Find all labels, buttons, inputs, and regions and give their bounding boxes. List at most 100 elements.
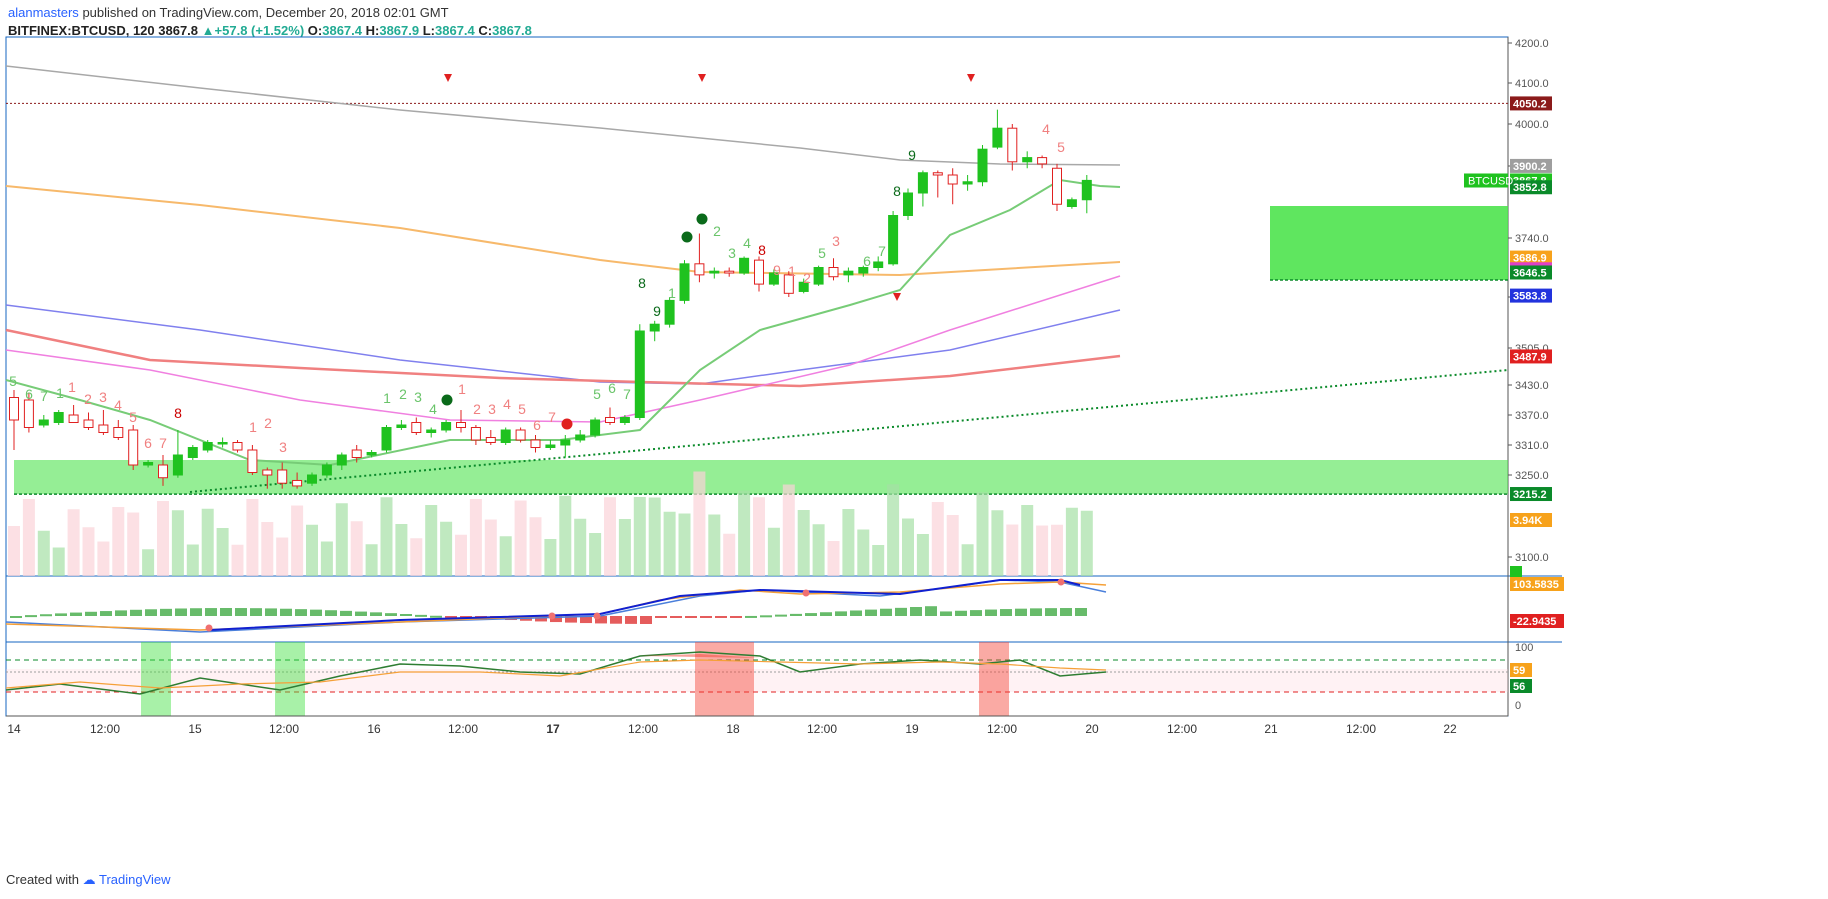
macd-histogram-bar bbox=[910, 607, 922, 616]
td-down-label: 1 bbox=[788, 263, 796, 279]
macd-histogram-bar bbox=[235, 608, 247, 616]
td-down-label: 2 bbox=[803, 270, 811, 286]
time-tick-label: 20 bbox=[1085, 722, 1099, 736]
candle-body bbox=[575, 434, 586, 441]
volume-bar bbox=[574, 518, 587, 576]
macd-cross-icon bbox=[1057, 578, 1065, 586]
macd-histogram-bar bbox=[70, 612, 82, 616]
volume-bar bbox=[797, 510, 810, 576]
td-down-label: 7 bbox=[159, 435, 167, 451]
macd-histogram-bar bbox=[10, 616, 22, 618]
candle-body bbox=[396, 424, 407, 428]
td-down-label: 2 bbox=[84, 391, 92, 407]
candle-body bbox=[53, 412, 64, 423]
td-up-label: 3 bbox=[728, 245, 736, 261]
time-tick-label: 12:00 bbox=[1346, 722, 1376, 736]
td-up-label: 7 bbox=[623, 386, 631, 402]
candle-body bbox=[962, 181, 973, 185]
volume-bar bbox=[1065, 507, 1078, 576]
macd-cross-icon bbox=[593, 612, 601, 620]
volume-bar bbox=[37, 530, 50, 576]
td-down-label: 8 bbox=[758, 242, 766, 258]
td-down-label: 1 bbox=[249, 419, 257, 435]
volume-bar bbox=[827, 541, 840, 576]
time-tick-label: 19 bbox=[905, 722, 919, 736]
candle-body bbox=[1022, 157, 1033, 163]
volume-bar bbox=[946, 515, 959, 576]
candle-body bbox=[634, 330, 645, 418]
volume-bar bbox=[440, 521, 453, 576]
time-axis[interactable]: 14 12:00 15 12:00 16 12:00 17 12:00 18 12:00 19 12:… bbox=[6, 715, 1508, 736]
macd-histogram-bar bbox=[355, 611, 367, 616]
candle-body bbox=[649, 323, 660, 332]
macd-histogram-bar bbox=[1045, 608, 1057, 616]
volume-bar bbox=[112, 507, 125, 576]
candle-body bbox=[992, 127, 1003, 148]
volume-bar bbox=[723, 533, 736, 576]
macd-histogram-bar bbox=[250, 608, 262, 616]
macd-histogram-bar bbox=[820, 612, 832, 616]
volume-bar bbox=[618, 519, 631, 576]
candle-body bbox=[232, 442, 243, 451]
volume-bar bbox=[82, 527, 95, 576]
candle-body bbox=[530, 439, 541, 448]
volume-bar bbox=[97, 541, 110, 576]
td-up-label: 9 bbox=[908, 147, 916, 163]
volume-bar bbox=[291, 505, 304, 576]
td-up-label: 8 bbox=[638, 275, 646, 291]
macd-histogram-bar bbox=[145, 609, 157, 616]
td-up-label: 4 bbox=[743, 235, 751, 251]
volume-bar bbox=[395, 524, 408, 576]
candle-body bbox=[98, 424, 109, 433]
td-down-label: 3 bbox=[99, 389, 107, 405]
td-up-label: 6 bbox=[863, 253, 871, 269]
time-tick-label: 12:00 bbox=[448, 722, 478, 736]
macd-histogram-bar bbox=[265, 608, 277, 616]
support-zone-lower bbox=[14, 460, 1508, 495]
candle-body bbox=[709, 270, 720, 274]
macd-histogram-bar bbox=[790, 613, 802, 616]
macd-histogram-bar bbox=[325, 610, 337, 616]
td-down-label: 1 bbox=[458, 381, 466, 397]
volume-bar bbox=[648, 497, 661, 576]
macd-histogram-bar bbox=[880, 608, 892, 616]
td-down-label: 2 bbox=[264, 415, 272, 431]
volume-bar bbox=[455, 534, 467, 576]
macd-histogram-bar bbox=[655, 616, 667, 618]
volume-bar bbox=[246, 499, 259, 576]
volume-bar bbox=[1036, 525, 1049, 576]
macd-histogram-bar bbox=[160, 608, 172, 616]
price-label-text: 3646.5 bbox=[1513, 267, 1547, 279]
volume-bar bbox=[872, 545, 885, 576]
volume-bar bbox=[544, 539, 557, 576]
volume-bar bbox=[469, 499, 482, 576]
td-up-label: 5 bbox=[593, 386, 601, 402]
volume-bar bbox=[931, 502, 944, 576]
candle-body bbox=[68, 414, 79, 423]
macd-histogram-bar bbox=[1060, 608, 1072, 616]
volume-bar bbox=[142, 549, 155, 576]
volume-bar bbox=[425, 505, 438, 576]
rsi-label-text: 59 bbox=[1513, 665, 1525, 677]
macd-histogram-bar bbox=[925, 606, 937, 616]
volume-bar bbox=[678, 513, 691, 576]
macd-histogram-bar bbox=[970, 610, 982, 616]
macd-histogram-bar bbox=[370, 612, 382, 616]
candle-body bbox=[470, 427, 481, 441]
macd-histogram-bar bbox=[100, 611, 112, 616]
volume-bar bbox=[52, 547, 65, 576]
tradingview-link[interactable]: TradingView bbox=[99, 872, 171, 887]
rsi-tick-label: 100 bbox=[1515, 642, 1533, 654]
time-tick-label: 18 bbox=[726, 722, 740, 736]
volume-bar bbox=[812, 524, 825, 576]
chart-canvas[interactable]: 56 7 1 1 2 345 6 78912345 678912 3 456 781 2312 3 4 56 7… bbox=[0, 0, 1828, 899]
volume-bar bbox=[529, 517, 542, 576]
time-tick-label: 21 bbox=[1264, 722, 1278, 736]
macd-histogram-bar bbox=[1000, 609, 1012, 616]
td-down-label: 3 bbox=[488, 401, 496, 417]
candle-body bbox=[917, 172, 928, 194]
td-up-label: 1 bbox=[383, 390, 391, 406]
candle-body bbox=[605, 417, 615, 423]
volume-bar bbox=[708, 514, 721, 576]
macd-histogram-bar bbox=[340, 610, 352, 616]
